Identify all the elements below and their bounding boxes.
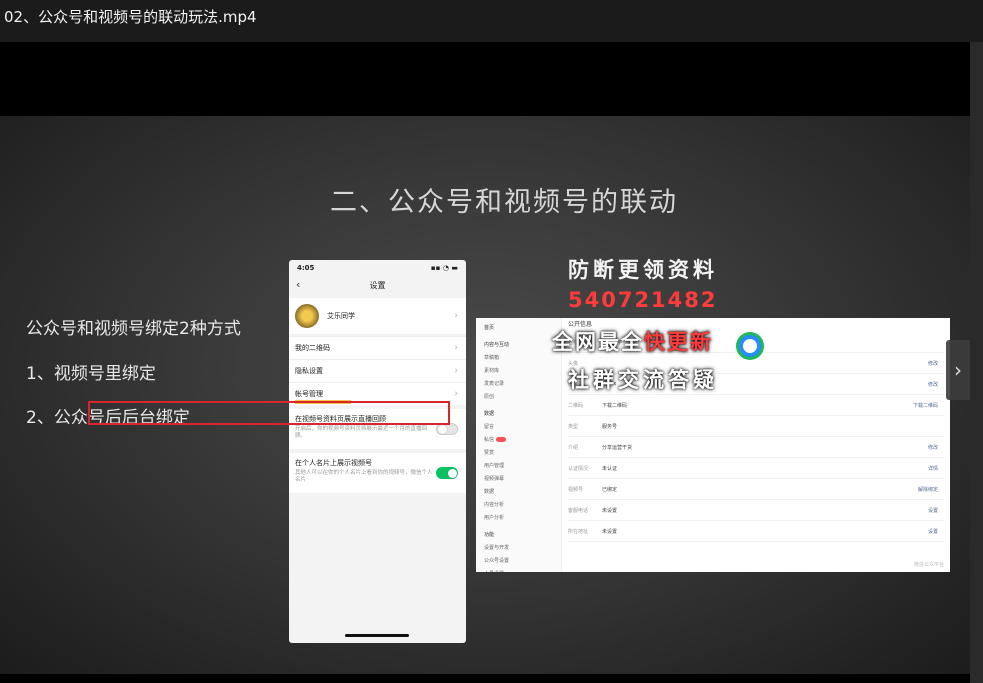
info-row: 介绍 分享运营干货 修改	[568, 437, 944, 458]
phone-status-bar: 4:05 ▪▪ ◔ ▬	[289, 260, 466, 276]
watermark-line3-b: 快更新	[644, 329, 713, 354]
toggle-desc: 其他人可以在你的个人名片上看到你的视频号，微信个人名片	[295, 470, 433, 484]
bullet-item: 1、视频号里绑定	[26, 364, 156, 384]
info-action: 解除绑定	[917, 486, 938, 493]
signal-icon: ▪▪ ◔ ▬	[430, 264, 458, 272]
back-icon: ‹	[296, 278, 301, 291]
info-action: 设置	[927, 507, 938, 514]
watermark-line2: 540721482	[568, 288, 718, 312]
watermark-line3-a: 全网最全	[552, 329, 644, 354]
info-key: 类型	[568, 423, 579, 430]
bullets-heading: 公众号和视频号绑定2种方式	[26, 319, 241, 339]
info-key: 介绍	[568, 444, 579, 451]
sidebar-item: 数据	[484, 489, 495, 495]
info-row: 认证情况 未认证 详情	[568, 458, 944, 479]
sidebar-item: 素材库	[484, 368, 500, 374]
sidebar-item: 用户管理	[484, 463, 505, 469]
chevron-right-icon: ›	[454, 343, 458, 353]
chevron-right-icon: ›	[454, 389, 458, 399]
info-row: 客服电话 未设置 设置	[568, 500, 944, 521]
sidebar-item: 公众号设置	[484, 558, 510, 564]
row-label: 隐私设置	[295, 367, 323, 375]
toggle-desc: 开启后，你的视频号资料页将展示最近一个月的直播回顾。	[295, 426, 428, 440]
info-value: 未设置	[602, 528, 618, 535]
chevron-right-icon: ›	[454, 311, 458, 321]
desktop-watermark: 微信公众平台	[913, 562, 944, 568]
phone-row-qrcode: 我的二维码 ›	[289, 336, 466, 359]
info-value: 已绑定	[602, 486, 618, 493]
phone-time: 4:05	[297, 264, 315, 272]
home-indicator	[345, 634, 409, 637]
sidebar-item: 用户分析	[484, 515, 505, 521]
info-key: 认证情况	[568, 465, 589, 472]
info-value: 未设置	[602, 507, 618, 514]
desktop-screenshot: 首页 内容与互动 草稿箱 素材库 发表记录 原创 数据 留言 私信 赞赏 用户管理 视频弹幕 数据 内容分…	[476, 318, 950, 572]
sidebar-item: 设置与开发	[484, 545, 510, 551]
sidebar-item: 数据	[484, 411, 495, 417]
info-action: 修改	[927, 381, 938, 388]
sidebar-item: 草稿箱	[484, 355, 500, 361]
sidebar-item: 功能	[484, 532, 495, 538]
phone-row-privacy: 隐私设置 ›	[289, 359, 466, 382]
row-label: 帐号管理	[295, 390, 323, 398]
logo-icon	[736, 332, 764, 360]
info-action: 详情	[927, 465, 938, 472]
scrollbar[interactable]	[970, 42, 983, 683]
info-key: 所在地址	[568, 528, 589, 535]
slide: 二、公众号和视频号的联动 公众号和视频号绑定2种方式 1、视频号里绑定 2、公众…	[0, 116, 970, 674]
sidebar-item: 首页	[484, 325, 495, 331]
next-arrow-button[interactable]: ›	[946, 340, 970, 400]
sidebar-item: 视频弹幕	[484, 476, 505, 482]
phone-nav-bar: ‹ 设置	[289, 276, 466, 294]
info-value: 服务号	[602, 423, 618, 430]
info-row: 类型 服务号	[568, 416, 944, 437]
chevron-right-icon: ›	[454, 366, 458, 376]
sidebar-item: 内容与互动	[484, 342, 510, 348]
watermark-line4: 社群交流答疑	[568, 367, 718, 392]
sidebar-item: 人员设置	[476, 568, 561, 572]
info-action: 修改	[927, 360, 938, 367]
highlight-box	[88, 401, 450, 425]
sidebar-item: 原创	[484, 394, 495, 400]
sidebar-item: 内容分析	[484, 502, 505, 508]
sidebar-item: 发表记录	[484, 381, 505, 387]
phone-profile-row: 艾乐同学 ›	[289, 298, 466, 334]
info-key: 视频号	[568, 486, 584, 493]
info-key: 二维码	[568, 402, 584, 409]
unread-badge	[496, 437, 507, 442]
phone-screenshot: 4:05 ▪▪ ◔ ▬ ‹ 设置 艾乐同学 › 我的二维码 › 隐私设置 › 帐…	[289, 260, 466, 643]
info-row: 二维码 下载二维码 下载二维码	[568, 395, 944, 416]
info-action: 下载二维码	[912, 402, 938, 409]
avatar	[295, 304, 319, 328]
info-value: 下载二维码	[602, 402, 628, 409]
info-row: 所在地址 未设置 设置	[568, 521, 944, 542]
desktop-sidebar: 首页 内容与互动 草稿箱 素材库 发表记录 原创 数据 留言 私信 赞赏 用户管理 视频弹幕 数据 内容分…	[476, 318, 562, 572]
info-value: 未认证	[602, 465, 618, 472]
phone-toggle-namecard: 在个人名片上展示视频号 其他人可以在你的个人名片上看到你的视频号，微信个人名片	[289, 453, 466, 493]
info-action: 修改	[927, 444, 938, 451]
sidebar-item: 私信	[476, 434, 561, 447]
profile-name: 艾乐同学	[327, 312, 355, 320]
info-row: 视频号 已绑定 解除绑定	[568, 479, 944, 500]
slide-title: 二、公众号和视频号的联动	[330, 187, 678, 218]
info-value: 分享运营干货	[602, 444, 633, 451]
toggle-switch-on	[436, 467, 458, 479]
phone-nav-title: 设置	[369, 280, 386, 290]
watermark-line3: 全网最全快更新	[552, 326, 713, 356]
info-action: 设置	[927, 528, 938, 535]
sidebar-item: 留言	[484, 424, 495, 430]
watermark-line1: 防断更领资料	[568, 257, 718, 282]
sidebar-item: 赞赏	[484, 450, 495, 456]
toggle-title: 在个人名片上展示视频号	[295, 459, 372, 467]
window-title: 02、公众号和视频号的联动玩法.mp4	[0, 0, 983, 42]
info-key: 客服电话	[568, 507, 589, 514]
row-label: 我的二维码	[295, 344, 330, 352]
